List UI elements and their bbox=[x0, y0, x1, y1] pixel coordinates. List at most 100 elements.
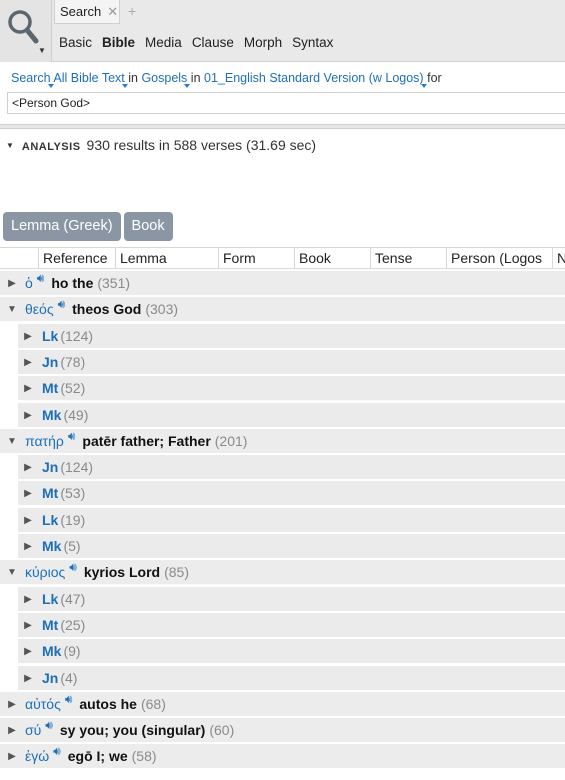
lemma-row[interactable]: ▶ σύ 🔊︎ sy you; you (singular) (60) bbox=[0, 718, 565, 742]
book-row[interactable]: ▶ Jn (124) bbox=[18, 455, 565, 479]
speaker-icon[interactable]: 🔊︎ bbox=[53, 744, 61, 759]
book-link[interactable]: Jn bbox=[42, 670, 58, 686]
group-book-button[interactable]: Book bbox=[123, 212, 173, 241]
mode-media[interactable]: Media bbox=[145, 35, 182, 50]
query-input[interactable] bbox=[7, 92, 565, 114]
triangle-down-icon[interactable]: ▼ bbox=[6, 141, 14, 150]
dropdown-caret-icon[interactable]: ▼ bbox=[38, 46, 46, 55]
mode-bible[interactable]: Bible bbox=[102, 35, 135, 50]
book-row[interactable]: ▶ Mk (49) bbox=[18, 403, 565, 427]
triangle-right-icon[interactable]: ▶ bbox=[2, 699, 22, 710]
triangle-right-icon[interactable]: ▶ bbox=[18, 620, 38, 631]
results-summary: 930 results in 588 verses (31.69 sec) bbox=[86, 137, 317, 153]
lemma-gloss: theos God bbox=[72, 301, 142, 317]
book-link[interactable]: Jn bbox=[42, 354, 58, 370]
triangle-right-icon[interactable]: ▶ bbox=[18, 488, 38, 499]
triangle-right-icon[interactable]: ▶ bbox=[2, 725, 22, 736]
analysis-header[interactable]: ▼ ANALYSIS 930 results in 588 verses (31.6… bbox=[6, 137, 316, 153]
range-link[interactable]: Gospels bbox=[141, 71, 187, 85]
column-book[interactable]: Book bbox=[294, 248, 370, 269]
book-row[interactable]: ▶ Mt (53) bbox=[18, 481, 565, 505]
book-row[interactable]: ▶ Jn (4) bbox=[18, 666, 565, 690]
book-link[interactable]: Mk bbox=[42, 538, 61, 554]
greek-lemma-link[interactable]: ὁ bbox=[25, 275, 33, 291]
triangle-right-icon[interactable]: ▶ bbox=[18, 410, 38, 421]
lemma-row[interactable]: ▶ ὁ 🔊︎ ho the (351) bbox=[0, 271, 565, 295]
triangle-right-icon[interactable]: ▶ bbox=[2, 751, 22, 762]
triangle-right-icon[interactable]: ▶ bbox=[18, 646, 38, 657]
add-tab-icon[interactable]: + bbox=[128, 3, 136, 19]
group-lemma-button[interactable]: Lemma (Greek) bbox=[3, 212, 121, 241]
mode-syntax[interactable]: Syntax bbox=[292, 35, 333, 50]
triangle-down-icon[interactable]: ▼ bbox=[2, 567, 22, 578]
column-person[interactable]: Person (Logos bbox=[446, 248, 552, 269]
mode-basic[interactable]: Basic bbox=[59, 35, 92, 50]
greek-lemma-link[interactable]: σύ bbox=[25, 722, 41, 738]
triangle-right-icon[interactable]: ▶ bbox=[18, 462, 38, 473]
greek-lemma-link[interactable]: αὐτός bbox=[25, 696, 61, 712]
in-text: in bbox=[128, 71, 138, 85]
speaker-icon[interactable]: 🔊︎ bbox=[69, 560, 77, 575]
search-tool-button[interactable]: ▼ bbox=[0, 0, 52, 62]
greek-lemma-link[interactable]: κύριος bbox=[25, 564, 65, 580]
result-count: (60) bbox=[209, 722, 235, 738]
book-link[interactable]: Mk bbox=[42, 643, 61, 659]
book-row[interactable]: ▶ Lk (19) bbox=[18, 508, 565, 532]
column-reference[interactable]: Reference bbox=[38, 248, 115, 269]
tab-search[interactable]: Search ✕ bbox=[54, 0, 120, 24]
book-link[interactable]: Jn bbox=[42, 459, 58, 475]
scope-link[interactable]: All Bible Text bbox=[53, 71, 124, 85]
greek-lemma-link[interactable]: πατήρ bbox=[25, 433, 64, 449]
version-link[interactable]: 01_English Standard Version (w Logos) bbox=[204, 71, 424, 85]
book-row[interactable]: ▶ Lk (47) bbox=[18, 587, 565, 611]
pane-splitter[interactable] bbox=[0, 124, 565, 129]
column-number[interactable]: N bbox=[552, 248, 565, 269]
book-link[interactable]: Mt bbox=[42, 617, 58, 633]
book-row[interactable]: ▶ Mk (9) bbox=[18, 639, 565, 663]
book-row[interactable]: ▶ Mt (52) bbox=[18, 376, 565, 400]
triangle-right-icon[interactable]: ▶ bbox=[18, 594, 38, 605]
speaker-icon[interactable]: 🔊︎ bbox=[65, 692, 73, 707]
lemma-row[interactable]: ▼ κύριος 🔊︎ kyrios Lord (85) bbox=[0, 560, 565, 584]
lemma-row[interactable]: ▼ πατήρ 🔊︎ patēr father; Father (201) bbox=[0, 429, 565, 453]
book-link[interactable]: Mt bbox=[42, 380, 58, 396]
speaker-icon[interactable]: 🔊︎ bbox=[68, 429, 76, 444]
result-count: (19) bbox=[60, 512, 86, 528]
speaker-icon[interactable]: 🔊︎ bbox=[58, 297, 66, 312]
column-form[interactable]: Form bbox=[218, 248, 294, 269]
result-count: (58) bbox=[131, 748, 157, 764]
result-count: (201) bbox=[214, 433, 248, 449]
close-icon[interactable]: ✕ bbox=[107, 4, 118, 20]
triangle-right-icon[interactable]: ▶ bbox=[18, 673, 38, 684]
book-row[interactable]: ▶ Mt (25) bbox=[18, 613, 565, 637]
lemma-row[interactable]: ▶ ἐγώ 🔊︎ egō I; we (58) bbox=[0, 744, 565, 768]
speaker-icon[interactable]: 🔊︎ bbox=[45, 718, 53, 733]
book-row[interactable]: ▶ Jn (78) bbox=[18, 350, 565, 374]
lemma-row[interactable]: ▶ αὐτός 🔊︎ autos he (68) bbox=[0, 692, 565, 716]
book-link[interactable]: Mt bbox=[42, 485, 58, 501]
column-tense[interactable]: Tense bbox=[370, 248, 446, 269]
triangle-right-icon[interactable]: ▶ bbox=[2, 278, 22, 289]
mode-morph[interactable]: Morph bbox=[244, 35, 282, 50]
triangle-right-icon[interactable]: ▶ bbox=[18, 357, 38, 368]
triangle-right-icon[interactable]: ▶ bbox=[18, 331, 38, 342]
book-link[interactable]: Mk bbox=[42, 407, 61, 423]
triangle-right-icon[interactable]: ▶ bbox=[18, 541, 38, 552]
greek-lemma-link[interactable]: θεός bbox=[25, 301, 54, 317]
book-link[interactable]: Lk bbox=[42, 328, 58, 344]
result-count: (25) bbox=[60, 617, 86, 633]
book-link[interactable]: Lk bbox=[42, 512, 58, 528]
book-link[interactable]: Lk bbox=[42, 591, 58, 607]
book-row[interactable]: ▶ Lk (124) bbox=[18, 324, 565, 348]
column-lemma[interactable]: Lemma bbox=[115, 248, 218, 269]
mode-clause[interactable]: Clause bbox=[192, 35, 234, 50]
triangle-right-icon[interactable]: ▶ bbox=[18, 515, 38, 526]
greek-lemma-link[interactable]: ἐγώ bbox=[25, 748, 49, 764]
book-row[interactable]: ▶ Mk (5) bbox=[18, 534, 565, 558]
triangle-down-icon[interactable]: ▼ bbox=[2, 304, 22, 315]
search-type-link[interactable]: Search bbox=[11, 71, 51, 85]
lemma-row[interactable]: ▼ θεός 🔊︎ theos God (303) bbox=[0, 297, 565, 321]
triangle-right-icon[interactable]: ▶ bbox=[18, 383, 38, 394]
triangle-down-icon[interactable]: ▼ bbox=[2, 436, 22, 447]
speaker-icon[interactable]: 🔊︎ bbox=[37, 271, 45, 286]
